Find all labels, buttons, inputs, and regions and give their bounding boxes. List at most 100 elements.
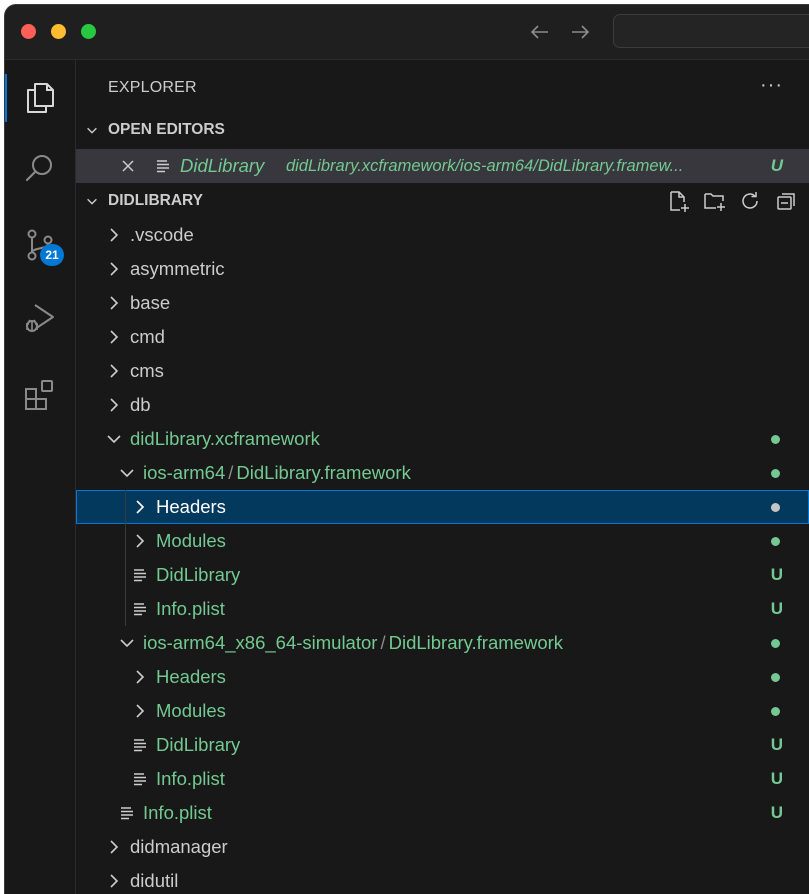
- tree-label-compact: ios-arm64_x86_64-simulator / DidLibrary.fr…: [143, 632, 563, 654]
- untracked-status: U: [770, 599, 783, 618]
- tree-label: db: [130, 394, 151, 415]
- chevron-down-icon: [119, 635, 135, 651]
- more-actions-icon[interactable]: ···: [760, 74, 783, 97]
- chevron-right-icon: [132, 669, 148, 685]
- tree-label-compact: ios-arm64/DidLibrary.framework: [143, 462, 411, 484]
- tree-label: didLibrary.xcframework: [130, 428, 320, 449]
- tree-folder-headers-selected[interactable]: Headers: [76, 490, 809, 524]
- chevron-right-icon: [106, 839, 122, 855]
- arrow-left-icon[interactable]: [527, 19, 553, 45]
- explorer-files-icon[interactable]: [5, 70, 75, 126]
- run-debug-icon[interactable]: [5, 290, 75, 346]
- new-folder-icon[interactable]: [703, 190, 727, 212]
- tree-folder-vscode[interactable]: .vscode: [76, 218, 809, 252]
- maximize-window-button[interactable]: [81, 24, 96, 39]
- untracked-status: U: [770, 735, 783, 754]
- tree-label: Info.plist: [143, 802, 212, 823]
- chevron-down-icon: [106, 431, 122, 447]
- tree-folder-headers[interactable]: Headers: [76, 660, 809, 694]
- tree-folder-cms[interactable]: cms: [76, 354, 809, 388]
- tree-file-info-plist[interactable]: Info.plist U: [76, 796, 809, 830]
- source-control-icon[interactable]: 21: [5, 217, 75, 273]
- tree-folder-asymmetric[interactable]: asymmetric: [76, 252, 809, 286]
- untracked-dot: [771, 469, 780, 478]
- chevron-right-icon: [106, 227, 122, 243]
- tree-label: didutil: [130, 870, 179, 891]
- tree-label: cms: [130, 360, 164, 381]
- tree-file-info-plist[interactable]: Info.plist U: [76, 592, 809, 626]
- chevron-right-icon: [132, 533, 148, 549]
- source-control-badge: 21: [40, 244, 64, 266]
- tree-label: cmd: [130, 326, 165, 347]
- tree-folder-didlibrary-xcframework[interactable]: didLibrary.xcframework: [76, 422, 809, 456]
- tree-folder-modules[interactable]: Modules: [76, 694, 809, 728]
- chevron-down-icon: [87, 127, 97, 134]
- chevron-right-icon: [132, 499, 148, 515]
- path-segment: DidLibrary.framework: [236, 462, 411, 483]
- chevron-right-icon: [106, 295, 122, 311]
- arrow-right-icon[interactable]: [567, 19, 593, 45]
- path-segment: ios-arm64_x86_64-simulator: [143, 632, 378, 653]
- tree-folder-didmanager[interactable]: didmanager: [76, 830, 809, 864]
- explorer-sidebar: EXPLORER ··· OPEN EDITORS DidLibrary did…: [76, 60, 809, 894]
- indent-guide: [125, 558, 126, 592]
- vscode-window: 21 EXPLORER ··· OPEN EDITORS DidLibrary …: [4, 4, 809, 894]
- file-lines-icon: [132, 567, 148, 583]
- open-editor-path: didLibrary.xcframework/ios-arm64/DidLibr…: [286, 157, 684, 175]
- untracked-status: U: [770, 803, 783, 822]
- chevron-down-icon: [119, 465, 135, 481]
- chevron-right-icon: [106, 873, 122, 889]
- tree-folder-ios-arm64[interactable]: ios-arm64/DidLibrary.framework: [76, 456, 809, 490]
- tree-file-didlibrary[interactable]: DidLibrary U: [76, 558, 809, 592]
- open-editors-header[interactable]: OPEN EDITORS: [76, 113, 809, 147]
- extensions-icon[interactable]: [5, 367, 75, 423]
- search-icon[interactable]: [5, 141, 75, 197]
- open-editor-item[interactable]: DidLibrary didLibrary.xcframework/ios-ar…: [76, 149, 809, 183]
- path-segment: DidLibrary.framework: [388, 632, 564, 653]
- tree-folder-ios-simulator[interactable]: ios-arm64_x86_64-simulator / DidLibrary.fr…: [76, 626, 809, 660]
- tree-label: Info.plist: [156, 598, 225, 619]
- tree-folder-modules[interactable]: Modules: [76, 524, 809, 558]
- minimize-window-button[interactable]: [51, 24, 66, 39]
- tree-label: Headers: [156, 496, 226, 517]
- tree-label: base: [130, 292, 171, 313]
- close-window-button[interactable]: [21, 24, 36, 39]
- tree-label: DidLibrary: [156, 564, 241, 585]
- command-center-search[interactable]: [613, 14, 809, 48]
- tree-folder-db[interactable]: db: [76, 388, 809, 422]
- indent-guide: [125, 490, 126, 524]
- tree-folder-base[interactable]: base: [76, 286, 809, 320]
- workspace-header[interactable]: DIDLIBRARY: [76, 184, 809, 218]
- tree-folder-cmd[interactable]: cmd: [76, 320, 809, 354]
- untracked-dot: [771, 503, 780, 512]
- tree-file-didlibrary[interactable]: DidLibrary U: [76, 728, 809, 762]
- chevron-right-icon: [106, 261, 122, 277]
- tree-label: didmanager: [130, 836, 228, 857]
- collapse-all-icon[interactable]: [775, 190, 799, 212]
- chevron-right-icon: [106, 397, 122, 413]
- path-separator: /: [228, 462, 234, 483]
- untracked-dot: [771, 707, 780, 716]
- title-bar: [5, 5, 809, 60]
- file-lines-icon: [132, 771, 148, 787]
- refresh-icon[interactable]: [739, 190, 763, 212]
- untracked-dot: [771, 435, 780, 444]
- untracked-status: U: [770, 565, 783, 584]
- close-icon[interactable]: [120, 158, 136, 174]
- file-lines-icon: [119, 805, 135, 821]
- path-segment: ios-arm64: [143, 462, 226, 483]
- file-lines-icon: [157, 160, 169, 173]
- tree-file-info-plist[interactable]: Info.plist U: [76, 762, 809, 796]
- new-file-icon[interactable]: [667, 190, 691, 212]
- open-editor-name: DidLibrary: [180, 155, 265, 176]
- activity-bar: 21: [5, 60, 76, 894]
- tree-label: DidLibrary: [156, 734, 241, 755]
- tree-label: Modules: [156, 530, 226, 551]
- untracked-dot: [771, 537, 780, 546]
- workspace-title: DIDLIBRARY: [108, 192, 204, 209]
- indent-guide: [125, 592, 126, 626]
- tree-folder-didutil[interactable]: didutil: [76, 864, 809, 894]
- untracked-status: U: [770, 769, 783, 788]
- tree-label: Headers: [156, 666, 226, 687]
- file-lines-icon: [132, 601, 148, 617]
